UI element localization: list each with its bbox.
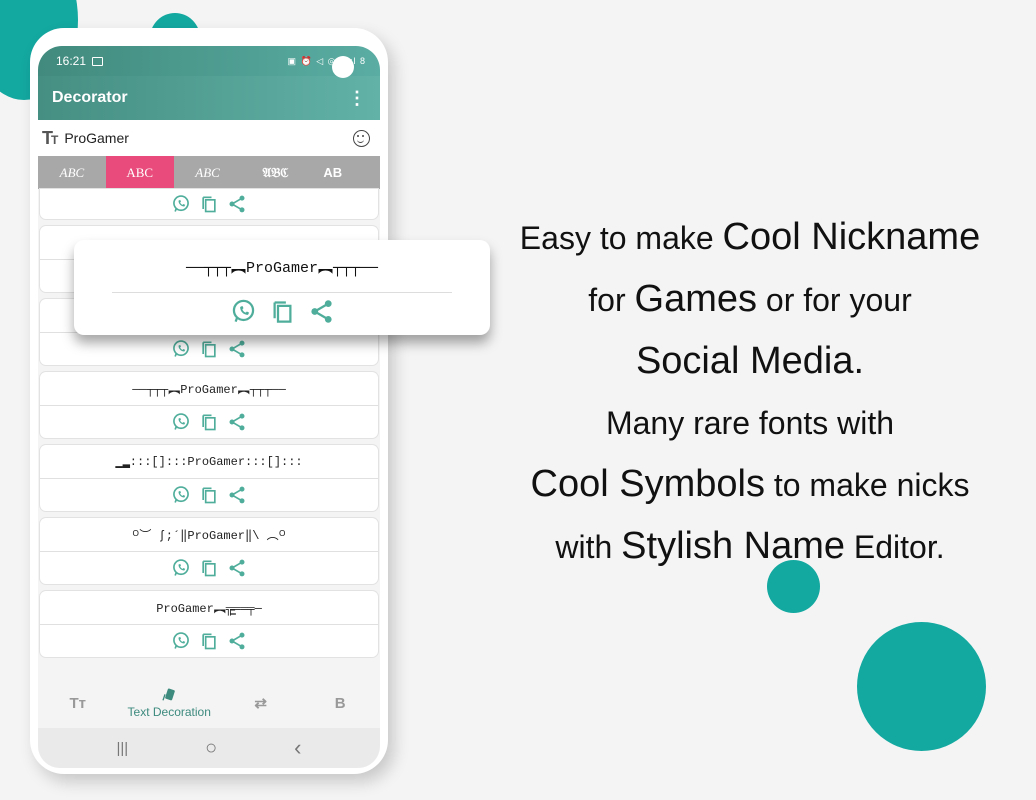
- promo-text-segment: with: [555, 529, 622, 565]
- share-icon[interactable]: [227, 412, 247, 432]
- image-notification-icon: [92, 56, 104, 66]
- font-tab-plain[interactable]: AB: [309, 156, 380, 189]
- item-text: ──┬┬┬︻ProGamer︻┬┬┬──: [40, 372, 378, 406]
- app-title: Decorator: [52, 89, 128, 106]
- copy-icon[interactable]: [269, 298, 296, 325]
- list-item[interactable]: [40, 189, 378, 219]
- system-navigation-bar: ||| ○ ‹: [38, 728, 380, 768]
- promo-line-5: Cool Symbols to make nicks: [480, 457, 1020, 519]
- text-size-icon: Tт: [69, 694, 87, 712]
- status-indicators: ▣ ⏰ ◁ ◎ ıl ıl 8: [287, 55, 366, 66]
- promo-text-segment: or for your: [757, 282, 912, 318]
- bottom-navigation: Tт Text Decoration ⇄ B: [38, 678, 380, 728]
- copy-icon[interactable]: [199, 631, 219, 651]
- text-size-icon: TT: [42, 127, 58, 148]
- copy-icon[interactable]: [199, 412, 219, 432]
- promo-text-emphasis: Games: [634, 278, 757, 320]
- promo-text: Easy to make Cool Nickname for Games or …: [480, 210, 1020, 581]
- item-text: ᴼ︶ ʃ;´‖ProGamer‖\ ︵ᴼ: [40, 518, 378, 552]
- app-bar: Decorator ⋮: [38, 76, 380, 120]
- font-tab-script-2[interactable]: ABC: [174, 156, 242, 189]
- promo-text-emphasis: Stylish Name: [621, 525, 846, 567]
- nav-bold[interactable]: B: [300, 695, 380, 712]
- camera-cutout: [332, 56, 354, 78]
- promo-text-segment: Many rare fonts with: [605, 405, 895, 441]
- more-vert-icon[interactable]: ⋮: [348, 89, 366, 107]
- whatsapp-icon[interactable]: [230, 298, 257, 325]
- swap-icon: ⇄: [254, 695, 267, 712]
- promo-line-3: Social Media.: [480, 334, 1020, 396]
- whatsapp-icon[interactable]: [171, 339, 191, 359]
- decorative-circle: [857, 622, 986, 751]
- copy-icon[interactable]: [199, 558, 219, 578]
- recent-apps-icon[interactable]: |||: [116, 740, 128, 757]
- status-bar: 16:21 ▣ ⏰ ◁ ◎ ıl ıl 8: [38, 46, 380, 76]
- font-tab-serif[interactable]: ABC: [105, 156, 174, 189]
- promo-text-segment: Editor.: [845, 529, 945, 565]
- promo-text-segment: to make nicks: [764, 467, 970, 503]
- promo-text-emphasis: Cool Nickname: [722, 216, 981, 258]
- popup-actions: [74, 298, 490, 325]
- nav-label: Text Decoration: [127, 705, 211, 719]
- share-icon[interactable]: [227, 631, 247, 651]
- list-item[interactable]: ▁▂:::[]:::ProGamer:::[]:::: [40, 445, 378, 511]
- share-icon[interactable]: [227, 339, 247, 359]
- item-actions: [40, 189, 378, 219]
- item-text: ProGamer︻╦̵̵͇══╤─: [40, 591, 378, 625]
- whatsapp-icon[interactable]: [171, 194, 191, 214]
- nav-text-decoration[interactable]: Text Decoration: [118, 687, 221, 719]
- font-style-tabs: ABC ABC ABC 𝔄𝔅ℭ AB: [38, 156, 380, 189]
- popup-item-text: ──┬┬┬︻ProGamer︻┬┬┬──: [112, 240, 452, 293]
- phone-screen: 16:21 ▣ ⏰ ◁ ◎ ıl ıl 8 Decorator ⋮ TT ABC…: [38, 46, 380, 768]
- nickname-input[interactable]: [64, 130, 265, 146]
- share-icon[interactable]: [227, 194, 247, 214]
- font-tab-gothic[interactable]: 𝔄𝔅ℭ: [241, 156, 309, 189]
- phone-frame: 16:21 ▣ ⏰ ◁ ◎ ıl ıl 8 Decorator ⋮ TT ABC…: [30, 28, 388, 774]
- home-icon[interactable]: ○: [205, 737, 217, 760]
- copy-icon[interactable]: [199, 485, 219, 505]
- whatsapp-icon[interactable]: [171, 412, 191, 432]
- share-icon[interactable]: [308, 298, 335, 325]
- item-actions: [40, 625, 378, 657]
- whatsapp-icon[interactable]: [171, 485, 191, 505]
- list-item[interactable]: ᴼ︶ ʃ;´‖ProGamer‖\ ︵ᴼ: [40, 518, 378, 584]
- promo-line-2: for Games or for your: [480, 272, 1020, 334]
- copy-icon[interactable]: [199, 339, 219, 359]
- item-text: ▁▂:::[]:::ProGamer:::[]:::: [40, 445, 378, 479]
- back-icon[interactable]: ‹: [294, 735, 301, 761]
- status-time: 16:21: [56, 54, 87, 68]
- promo-text-emphasis: Cool Symbols: [530, 463, 765, 505]
- promo-line-6: with Stylish Name Editor.: [480, 519, 1020, 581]
- promo-text-emphasis: Social Media.: [635, 340, 865, 382]
- item-actions: [40, 406, 378, 438]
- nickname-input-row: TT: [38, 120, 380, 156]
- whatsapp-icon[interactable]: [171, 558, 191, 578]
- promo-line-4: Many rare fonts with: [480, 396, 1020, 457]
- list-item[interactable]: ProGamer︻╦̵̵͇══╤─: [40, 591, 378, 657]
- decoration-icon: [162, 688, 175, 701]
- copy-icon[interactable]: [199, 194, 219, 214]
- list-item[interactable]: ──┬┬┬︻ProGamer︻┬┬┬──: [40, 372, 378, 438]
- item-actions: [40, 333, 378, 365]
- nav-text-size[interactable]: Tт: [38, 695, 118, 712]
- nav-swap[interactable]: ⇄: [221, 694, 301, 712]
- whatsapp-icon[interactable]: [171, 631, 191, 651]
- highlighted-item-popup[interactable]: ──┬┬┬︻ProGamer︻┬┬┬──: [74, 240, 490, 335]
- emoji-icon[interactable]: [353, 129, 370, 147]
- promo-text-segment: for: [588, 282, 635, 318]
- item-actions: [40, 552, 378, 584]
- promo-text-segment: Easy to make: [519, 220, 723, 256]
- share-icon[interactable]: [227, 485, 247, 505]
- bold-icon: B: [334, 694, 346, 712]
- share-icon[interactable]: [227, 558, 247, 578]
- item-actions: [40, 479, 378, 511]
- font-tab-script[interactable]: ABC: [38, 156, 106, 189]
- promo-line-1: Easy to make Cool Nickname: [480, 210, 1020, 272]
